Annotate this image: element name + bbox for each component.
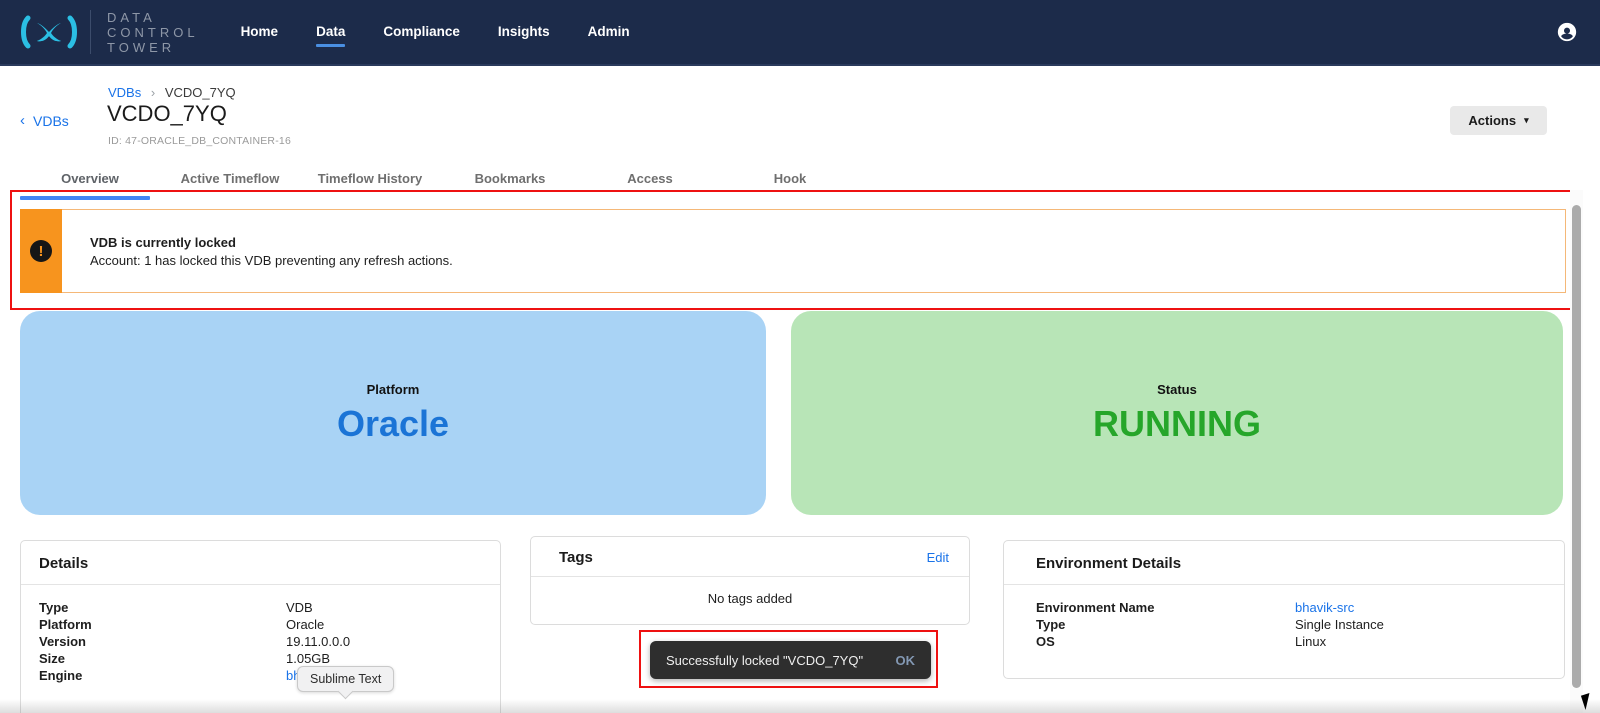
tags-edit-link[interactable]: Edit [927,550,949,565]
environment-value: Single Instance [1295,616,1384,633]
details-row-version: Version 19.11.0.0.0 [39,633,500,650]
tags-card: Tags Edit No tags added [530,536,970,625]
user-account-icon[interactable] [1556,21,1578,43]
brand-divider [90,10,91,54]
status-summary-card: Status RUNNING [791,311,1563,515]
wordmark-line: DATA [107,10,199,25]
environment-label: Type [1036,616,1295,633]
actions-button[interactable]: Actions ▾ [1450,106,1547,135]
tags-empty-text: No tags added [531,577,969,606]
back-link-label: VDBs [33,113,69,129]
nav-menu: Home Data Compliance Insights Admin [241,18,630,47]
details-card-header: Details [21,541,500,585]
warning-banner-body: VDB is currently locked Account: 1 has l… [62,209,1566,293]
tab-timeflow-history[interactable]: Timeflow History [300,167,440,196]
platform-card-value: Oracle [337,403,449,445]
dropdown-caret-icon: ▾ [1524,115,1529,126]
tab-bookmarks[interactable]: Bookmarks [440,167,580,196]
page-id-label: ID: 47-ORACLE_DB_CONTAINER-16 [108,135,291,147]
environment-card-header: Environment Details [1004,541,1564,585]
details-label: Engine [39,667,286,684]
wordmark-line: TOWER [107,40,199,55]
os-tooltip: Sublime Text [297,666,394,692]
details-value: Oracle [286,616,324,633]
tab-bar: Overview Active Timeflow Timeflow Histor… [20,167,860,196]
details-label: Platform [39,616,286,633]
details-label: Type [39,599,286,616]
details-rows: Type VDB Platform Oracle Version 19.11.0… [21,585,500,684]
back-chevron-icon: ‹ [20,112,25,129]
brand-wordmark: DATA CONTROL TOWER [107,10,199,55]
details-row-size: Size 1.05GB [39,650,500,667]
lock-success-toast: Successfully locked "VCDO_7YQ" OK [650,641,931,679]
details-row-platform: Platform Oracle [39,616,500,633]
environment-row-os: OS Linux [1036,633,1564,650]
details-value: 1.05GB [286,650,330,667]
environment-row-type: Type Single Instance [1036,616,1564,633]
breadcrumb-current: VCDO_7YQ [165,85,236,100]
details-row-engine: Engine bhavik- [39,667,500,684]
warning-banner-title: VDB is currently locked [90,235,1565,250]
vdb-locked-warning-banner: ! VDB is currently locked Account: 1 has… [20,209,1566,293]
breadcrumb-root-link[interactable]: VDBs [108,85,141,100]
details-card-title: Details [39,555,88,572]
environment-name-link[interactable]: bhavik-src [1295,599,1354,616]
details-value: VDB [286,599,313,616]
tab-access[interactable]: Access [580,167,720,196]
warning-banner-strip: ! [20,209,62,293]
nav-item-compliance[interactable]: Compliance [383,18,460,47]
details-card: Details Type VDB Platform Oracle Version… [20,540,501,713]
details-row-type: Type VDB [39,599,500,616]
status-card-label: Status [1157,382,1197,397]
top-navigation-bar: DATA CONTROL TOWER Home Data Compliance … [0,0,1600,66]
toast-ok-button[interactable]: OK [896,653,916,668]
tab-overview[interactable]: Overview [20,167,160,196]
active-tab-underline [20,196,150,200]
nav-item-home[interactable]: Home [241,18,279,47]
tab-active-timeflow[interactable]: Active Timeflow [160,167,300,196]
details-label: Version [39,633,286,650]
delphix-x-logo-icon [18,10,80,54]
tags-card-title: Tags [559,549,593,566]
environment-rows: Environment Name bhavik-src Type Single … [1004,585,1564,650]
nav-item-data[interactable]: Data [316,18,345,47]
breadcrumb: VDBs › VCDO_7YQ [108,85,236,100]
details-label: Size [39,650,286,667]
nav-item-admin[interactable]: Admin [588,18,630,47]
platform-summary-card: Platform Oracle [20,311,766,515]
platform-card-label: Platform [367,382,420,397]
brand: DATA CONTROL TOWER [18,10,199,55]
actions-button-label: Actions [1468,113,1516,128]
scrollbar-thumb[interactable] [1572,205,1581,688]
environment-label: OS [1036,633,1295,650]
status-card-value: RUNNING [1093,403,1261,445]
wordmark-line: CONTROL [107,25,199,40]
tab-hook[interactable]: Hook [720,167,860,196]
tags-card-header: Tags Edit [531,537,969,577]
warning-banner-message: Account: 1 has locked this VDB preventin… [90,253,1565,268]
details-value: 19.11.0.0.0 [286,633,350,650]
back-to-vdbs-link[interactable]: ‹ VDBs [20,112,69,129]
alert-exclamation-icon: ! [30,240,52,262]
environment-value: Linux [1295,633,1326,650]
page-title: VCDO_7YQ [107,101,227,127]
environment-details-card: Environment Details Environment Name bha… [1003,540,1565,679]
environment-card-title: Environment Details [1036,555,1181,572]
environment-row-name: Environment Name bhavik-src [1036,599,1564,616]
nav-item-insights[interactable]: Insights [498,18,550,47]
environment-label: Environment Name [1036,599,1295,616]
toast-message: Successfully locked "VCDO_7YQ" [666,653,863,668]
bottom-edge-shadow [0,699,1600,713]
breadcrumb-separator-icon: › [151,85,155,100]
